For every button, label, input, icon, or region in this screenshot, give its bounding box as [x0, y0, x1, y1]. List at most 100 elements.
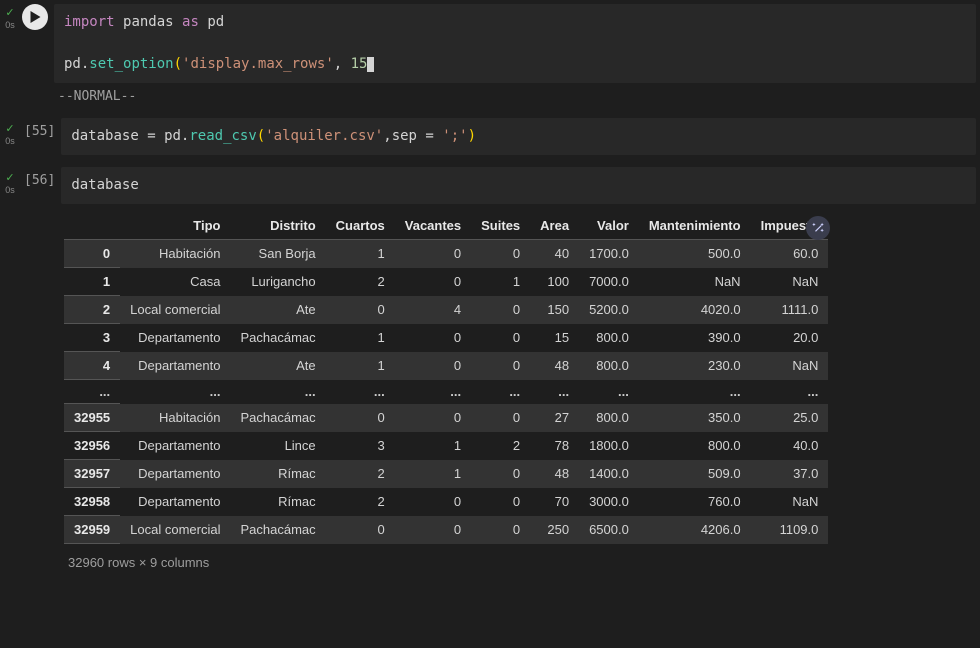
table-cell: 800.0 [579, 352, 639, 380]
table-cell: 4206.0 [639, 516, 751, 544]
code-line: pd.set_option('display.max_rows', 15 [64, 54, 966, 75]
table-cell: 1109.0 [751, 516, 829, 544]
table-cell: 20.0 [751, 324, 829, 352]
table-cell: 40.0 [751, 432, 829, 460]
run-cell-button[interactable] [22, 4, 48, 30]
code-editor[interactable]: database [61, 167, 976, 204]
code-blank-line [64, 33, 966, 54]
table-cell: 78 [530, 432, 579, 460]
success-check-icon: ✓ [5, 173, 14, 184]
table-row: 32958DepartamentoRímac200703000.0760.0Na… [64, 488, 828, 516]
table-cell: 0 [471, 240, 530, 268]
table-cell: 150 [530, 296, 579, 324]
table-cell: Lince [230, 432, 325, 460]
table-cell: 25.0 [751, 404, 829, 432]
table-cell: 0 [471, 352, 530, 380]
exec-time: 0s [5, 21, 15, 30]
table-cell: 4 [395, 296, 471, 324]
exec-time: 0s [5, 186, 15, 195]
code-editor[interactable]: database = pd.read_csv('alquiler.csv',se… [61, 118, 976, 155]
row-index: 1 [64, 268, 120, 296]
cell-prompt [20, 208, 54, 216]
table-cell: 0 [326, 296, 395, 324]
row-index: 2 [64, 296, 120, 324]
table-cell: 1 [395, 432, 471, 460]
table-cell: 800.0 [579, 404, 639, 432]
dataframe-shape: 32960 rows × 9 columns [64, 547, 970, 570]
table-cell: 3 [326, 432, 395, 460]
table-cell: 5200.0 [579, 296, 639, 324]
table-cell: 4020.0 [639, 296, 751, 324]
cell-gutter: ✓ 0s [0, 0, 20, 30]
table-cell: Casa [120, 268, 230, 296]
table-cell: 2 [326, 268, 395, 296]
table-cell: 0 [471, 488, 530, 516]
code-cell-3: ✓ 0s [56] database [0, 165, 980, 208]
table-cell: 0 [395, 488, 471, 516]
table-cell: 48 [530, 460, 579, 488]
ellipsis-cell: ... [64, 380, 120, 404]
output-cell: TipoDistritoCuartosVacantesSuitesAreaVal… [0, 208, 980, 580]
column-header: Valor [579, 212, 639, 240]
cell-prompt: [56] [20, 165, 61, 188]
table-cell: Pachacámac [230, 404, 325, 432]
table-row: 1CasaLurigancho2011007000.0NaNNaN [64, 268, 828, 296]
success-check-icon: ✓ [5, 8, 14, 19]
table-row: 32956DepartamentoLince312781800.0800.040… [64, 432, 828, 460]
table-cell: 0 [326, 404, 395, 432]
ellipsis-cell: ... [395, 380, 471, 404]
table-cell: 2 [326, 488, 395, 516]
ellipsis-cell: ... [579, 380, 639, 404]
table-cell: 0 [471, 404, 530, 432]
table-cell: 1 [471, 268, 530, 296]
table-cell: 1 [395, 460, 471, 488]
table-cell: Departamento [120, 488, 230, 516]
column-header: Distrito [230, 212, 325, 240]
magic-wand-icon [811, 221, 825, 235]
row-index: 32957 [64, 460, 120, 488]
table-header-row: TipoDistritoCuartosVacantesSuitesAreaVal… [64, 212, 828, 240]
table-cell: 1 [326, 240, 395, 268]
table-cell: 1 [326, 324, 395, 352]
ellipsis-cell: ... [230, 380, 325, 404]
table-cell: Local comercial [120, 516, 230, 544]
table-cell: Local comercial [120, 296, 230, 324]
table-cell: 0 [395, 268, 471, 296]
vim-mode-indicator: --NORMAL-- [0, 87, 980, 110]
table-cell: 1700.0 [579, 240, 639, 268]
table-cell: 500.0 [639, 240, 751, 268]
ellipsis-cell: ... [639, 380, 751, 404]
row-index: 32959 [64, 516, 120, 544]
table-row: 0HabitaciónSan Borja100401700.0500.060.0 [64, 240, 828, 268]
table-cell: 0 [395, 240, 471, 268]
table-cell: 100 [530, 268, 579, 296]
column-header: Area [530, 212, 579, 240]
table-cell: 1 [326, 352, 395, 380]
row-index: 3 [64, 324, 120, 352]
cell-gutter [0, 208, 20, 216]
table-cell: 0 [395, 324, 471, 352]
code-cell-2: ✓ 0s [55] database = pd.read_csv('alquil… [0, 116, 980, 159]
dataframe-output: TipoDistritoCuartosVacantesSuitesAreaVal… [54, 208, 980, 580]
table-cell: 37.0 [751, 460, 829, 488]
table-cell: 70 [530, 488, 579, 516]
table-cell: NaN [751, 488, 829, 516]
table-cell: Pachacámac [230, 516, 325, 544]
table-cell: 2 [326, 460, 395, 488]
table-cell: 0 [471, 516, 530, 544]
cell-prompt: [55] [20, 116, 61, 139]
table-cell: 1111.0 [751, 296, 829, 324]
table-cell: 1800.0 [579, 432, 639, 460]
table-cell: 0 [395, 516, 471, 544]
table-container: TipoDistritoCuartosVacantesSuitesAreaVal… [64, 212, 828, 544]
cursor [367, 57, 374, 72]
table-cell: 0 [471, 460, 530, 488]
table-cell: Ate [230, 352, 325, 380]
exec-time: 0s [5, 137, 15, 146]
table-cell: 390.0 [639, 324, 751, 352]
table-row: 32957DepartamentoRímac210481400.0509.037… [64, 460, 828, 488]
column-header: Suites [471, 212, 530, 240]
column-header: Vacantes [395, 212, 471, 240]
code-editor[interactable]: import pandas as pd pd.set_option('displ… [54, 4, 976, 83]
table-cell: Departamento [120, 352, 230, 380]
